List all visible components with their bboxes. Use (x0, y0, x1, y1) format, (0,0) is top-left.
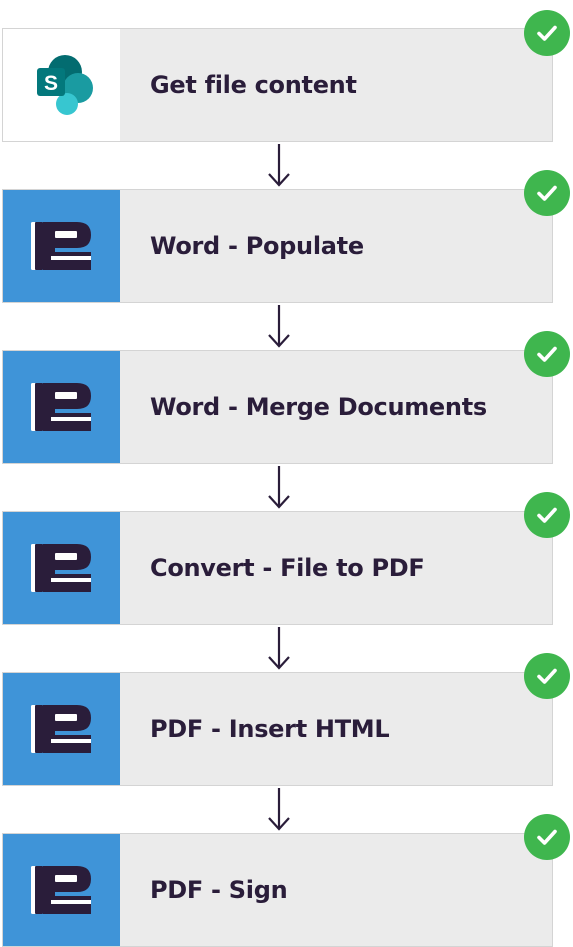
flow-step-convert-file-to-pdf[interactable]: Convert - File to PDF (2, 511, 553, 625)
success-check-icon (524, 10, 570, 56)
step-label: PDF - Sign (150, 876, 288, 904)
connector-icon-tile (3, 834, 120, 946)
sharepoint-icon: S (36, 55, 93, 115)
arrow-down-icon (268, 144, 290, 187)
connector-icon-tile (3, 190, 120, 302)
sharepoint-icon-tile: S (3, 29, 120, 141)
step-label: Word - Merge Documents (150, 393, 487, 421)
step-label: PDF - Insert HTML (150, 715, 390, 743)
arrow-down-icon (268, 466, 290, 509)
svg-text:S: S (43, 72, 57, 95)
success-check-icon (524, 170, 570, 216)
success-check-icon (524, 331, 570, 377)
connector-icon-tile (3, 673, 120, 785)
connector-icon-tile (3, 351, 120, 463)
flow-step-get-file-content[interactable]: S Get file content (2, 28, 553, 142)
success-check-icon (524, 814, 570, 860)
arrow-down-icon (268, 788, 290, 831)
document-connector-icon (30, 222, 91, 270)
flow-step-word-populate[interactable]: Word - Populate (2, 189, 553, 303)
flow-step-pdf-sign[interactable]: PDF - Sign (2, 833, 553, 947)
document-connector-icon (30, 705, 91, 753)
arrow-down-icon (268, 305, 290, 348)
step-label: Convert - File to PDF (150, 554, 425, 582)
flow-step-word-merge-documents[interactable]: Word - Merge Documents (2, 350, 553, 464)
success-check-icon (524, 653, 570, 699)
document-connector-icon (30, 866, 91, 914)
flow-canvas: S Get file content Word - Populate Word … (0, 0, 573, 947)
document-connector-icon (30, 544, 91, 592)
arrow-down-icon (268, 627, 290, 670)
connector-icon-tile (3, 512, 120, 624)
flow-step-pdf-insert-html[interactable]: PDF - Insert HTML (2, 672, 553, 786)
step-label: Word - Populate (150, 232, 364, 260)
step-label: Get file content (150, 71, 357, 99)
success-check-icon (524, 492, 570, 538)
document-connector-icon (30, 383, 91, 431)
